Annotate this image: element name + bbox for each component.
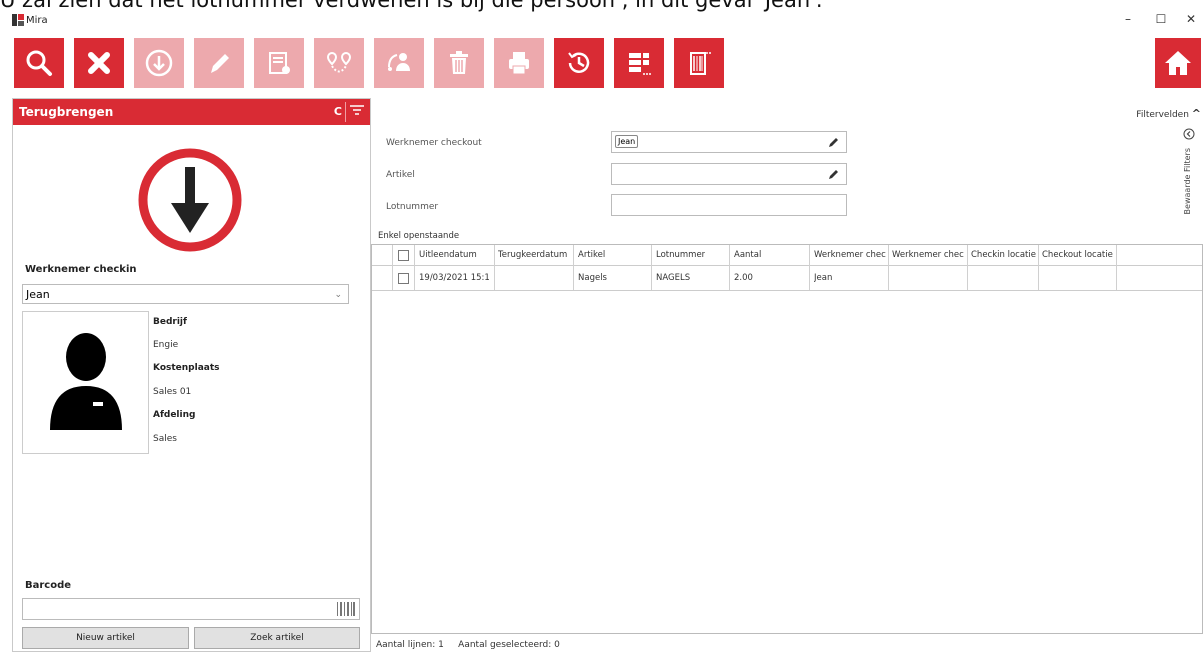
panel-header: Terugbrengen C	[13, 99, 370, 125]
grid-header: Uitleendatum Terugkeerdatum Artikel Lotn…	[372, 245, 1202, 266]
employee-checkin-label: Werknemer checkin	[25, 264, 137, 275]
barcode-icon	[337, 602, 355, 616]
trash-icon	[450, 51, 468, 74]
delete-button[interactable]	[434, 38, 484, 88]
pencil-icon[interactable]	[828, 136, 840, 148]
employee-checkout-label: Werknemer checkout	[386, 138, 482, 148]
employee-checkin-value: Jean	[26, 288, 50, 301]
barcode-label: Barcode	[25, 580, 72, 591]
company-value: Engie	[153, 340, 179, 350]
document-settings-button[interactable]	[254, 38, 304, 88]
download-circle-icon	[145, 49, 173, 77]
filter-fields-label: Filtervelden	[1136, 110, 1189, 120]
saved-filters-label: Bewaarde Filters	[1183, 148, 1192, 215]
history-button[interactable]	[554, 38, 604, 88]
column-header[interactable]: Aantal	[734, 250, 761, 260]
column-header[interactable]: Checkout locatie	[1042, 250, 1117, 260]
cost-center-label: Kostenplaats	[153, 363, 220, 373]
department-label: Afdeling	[153, 410, 196, 420]
route-button[interactable]	[314, 38, 364, 88]
title-bar: Mira – ☐ ✕	[0, 12, 1203, 30]
chevron-up-icon: ^	[1191, 107, 1201, 120]
cancel-button[interactable]	[74, 38, 124, 88]
minimize-button[interactable]: –	[1118, 12, 1138, 26]
pencil-icon	[211, 54, 229, 73]
route-pins-icon	[326, 51, 352, 73]
column-header[interactable]: Artikel	[578, 250, 605, 260]
barcode-grid-icon	[690, 52, 711, 75]
printer-icon	[509, 52, 529, 75]
employee-checkout-input[interactable]: Jean	[611, 131, 847, 153]
data-grid: Uitleendatum Terugkeerdatum Artikel Lotn…	[371, 244, 1203, 634]
column-header[interactable]: Checkin locatie	[971, 250, 1041, 260]
column-header[interactable]: Werknemer chec	[814, 250, 887, 260]
column-header[interactable]: Terugkeerdatum	[498, 250, 570, 260]
department-value: Sales	[153, 434, 177, 444]
article-input[interactable]	[611, 163, 847, 185]
line-count: Aantal lijnen: 1	[376, 640, 444, 650]
print-button[interactable]	[494, 38, 544, 88]
document-settings-icon	[269, 52, 290, 74]
app-logo-icon	[12, 14, 24, 26]
cell-quantity: 2.00	[734, 273, 753, 283]
edit-button[interactable]	[194, 38, 244, 88]
barcode-grid-button[interactable]	[674, 38, 724, 88]
new-article-button[interactable]: Nieuw artikel	[22, 627, 189, 649]
person-icon	[50, 333, 122, 430]
status-bar: Aantal lijnen: 1 Aantal geselecteerd: 0	[376, 640, 560, 650]
cell-loan-date: 19/03/2021 15:1	[419, 273, 490, 283]
header-divider	[345, 102, 346, 122]
employee-checkin-select[interactable]: Jean ⌄	[22, 284, 349, 304]
close-icon	[88, 52, 110, 74]
saved-filters-tab[interactable]: Bewaarde Filters	[1181, 128, 1197, 218]
window-title: Mira	[26, 15, 48, 26]
close-window-button[interactable]: ✕	[1181, 12, 1201, 26]
avatar	[22, 311, 149, 454]
employee-checkout-chip[interactable]: Jean	[615, 135, 639, 148]
lot-number-input[interactable]	[611, 194, 847, 216]
toolbar	[0, 38, 1203, 92]
clear-button[interactable]: C	[334, 105, 342, 118]
cost-center-value: Sales 01	[153, 387, 192, 397]
select-all-checkbox[interactable]	[398, 250, 409, 261]
search-button[interactable]	[14, 38, 64, 88]
return-panel: Terugbrengen C Werknemer checkin Jean ⌄ …	[12, 98, 371, 652]
column-header[interactable]: Werknemer chec	[892, 250, 965, 260]
return-arrow-icon	[138, 148, 242, 252]
chevron-down-icon: ⌄	[334, 290, 342, 300]
company-label: Bedrijf	[153, 317, 187, 327]
user-transfer-icon	[388, 53, 410, 71]
cell-article: Nagels	[578, 273, 607, 283]
transfer-user-button[interactable]	[374, 38, 424, 88]
table-row[interactable]: 19/03/2021 15:1 Nagels NAGELS 2.00 Jean	[372, 266, 1202, 291]
pencil-icon[interactable]	[828, 168, 840, 180]
home-icon	[1165, 51, 1191, 75]
search-article-button[interactable]: Zoek artikel	[194, 627, 360, 649]
grid-caption: Enkel openstaande	[378, 231, 460, 241]
cell-employee-checkout: Jean	[814, 273, 833, 283]
return-button[interactable]	[134, 38, 184, 88]
main-area: Filtervelden ^ Bewaarde Filters Werkneme…	[371, 98, 1203, 650]
panel-title: Terugbrengen	[19, 105, 114, 119]
filter-icon[interactable]	[350, 105, 364, 117]
lot-number-label: Lotnummer	[386, 202, 439, 212]
barcode-input[interactable]	[22, 598, 360, 620]
cell-lot-number: NAGELS	[656, 273, 691, 283]
history-icon	[568, 52, 590, 73]
tutorial-caption: U zal zien dat het lotnummer verdwenen i…	[0, 0, 823, 12]
filter-fields-toggle[interactable]: Filtervelden ^	[1136, 107, 1201, 120]
chevron-left-circle-icon	[1183, 128, 1195, 140]
column-header[interactable]: Lotnummer	[656, 250, 705, 260]
columns-select-icon	[629, 53, 651, 75]
home-button[interactable]	[1155, 38, 1201, 88]
column-selector-button[interactable]	[614, 38, 664, 88]
row-checkbox[interactable]	[398, 273, 409, 284]
column-header[interactable]: Uitleendatum	[419, 250, 477, 260]
search-icon	[26, 50, 52, 76]
selected-count: Aantal geselecteerd: 0	[458, 640, 560, 650]
maximize-button[interactable]: ☐	[1151, 12, 1171, 26]
article-label: Artikel	[386, 170, 415, 180]
